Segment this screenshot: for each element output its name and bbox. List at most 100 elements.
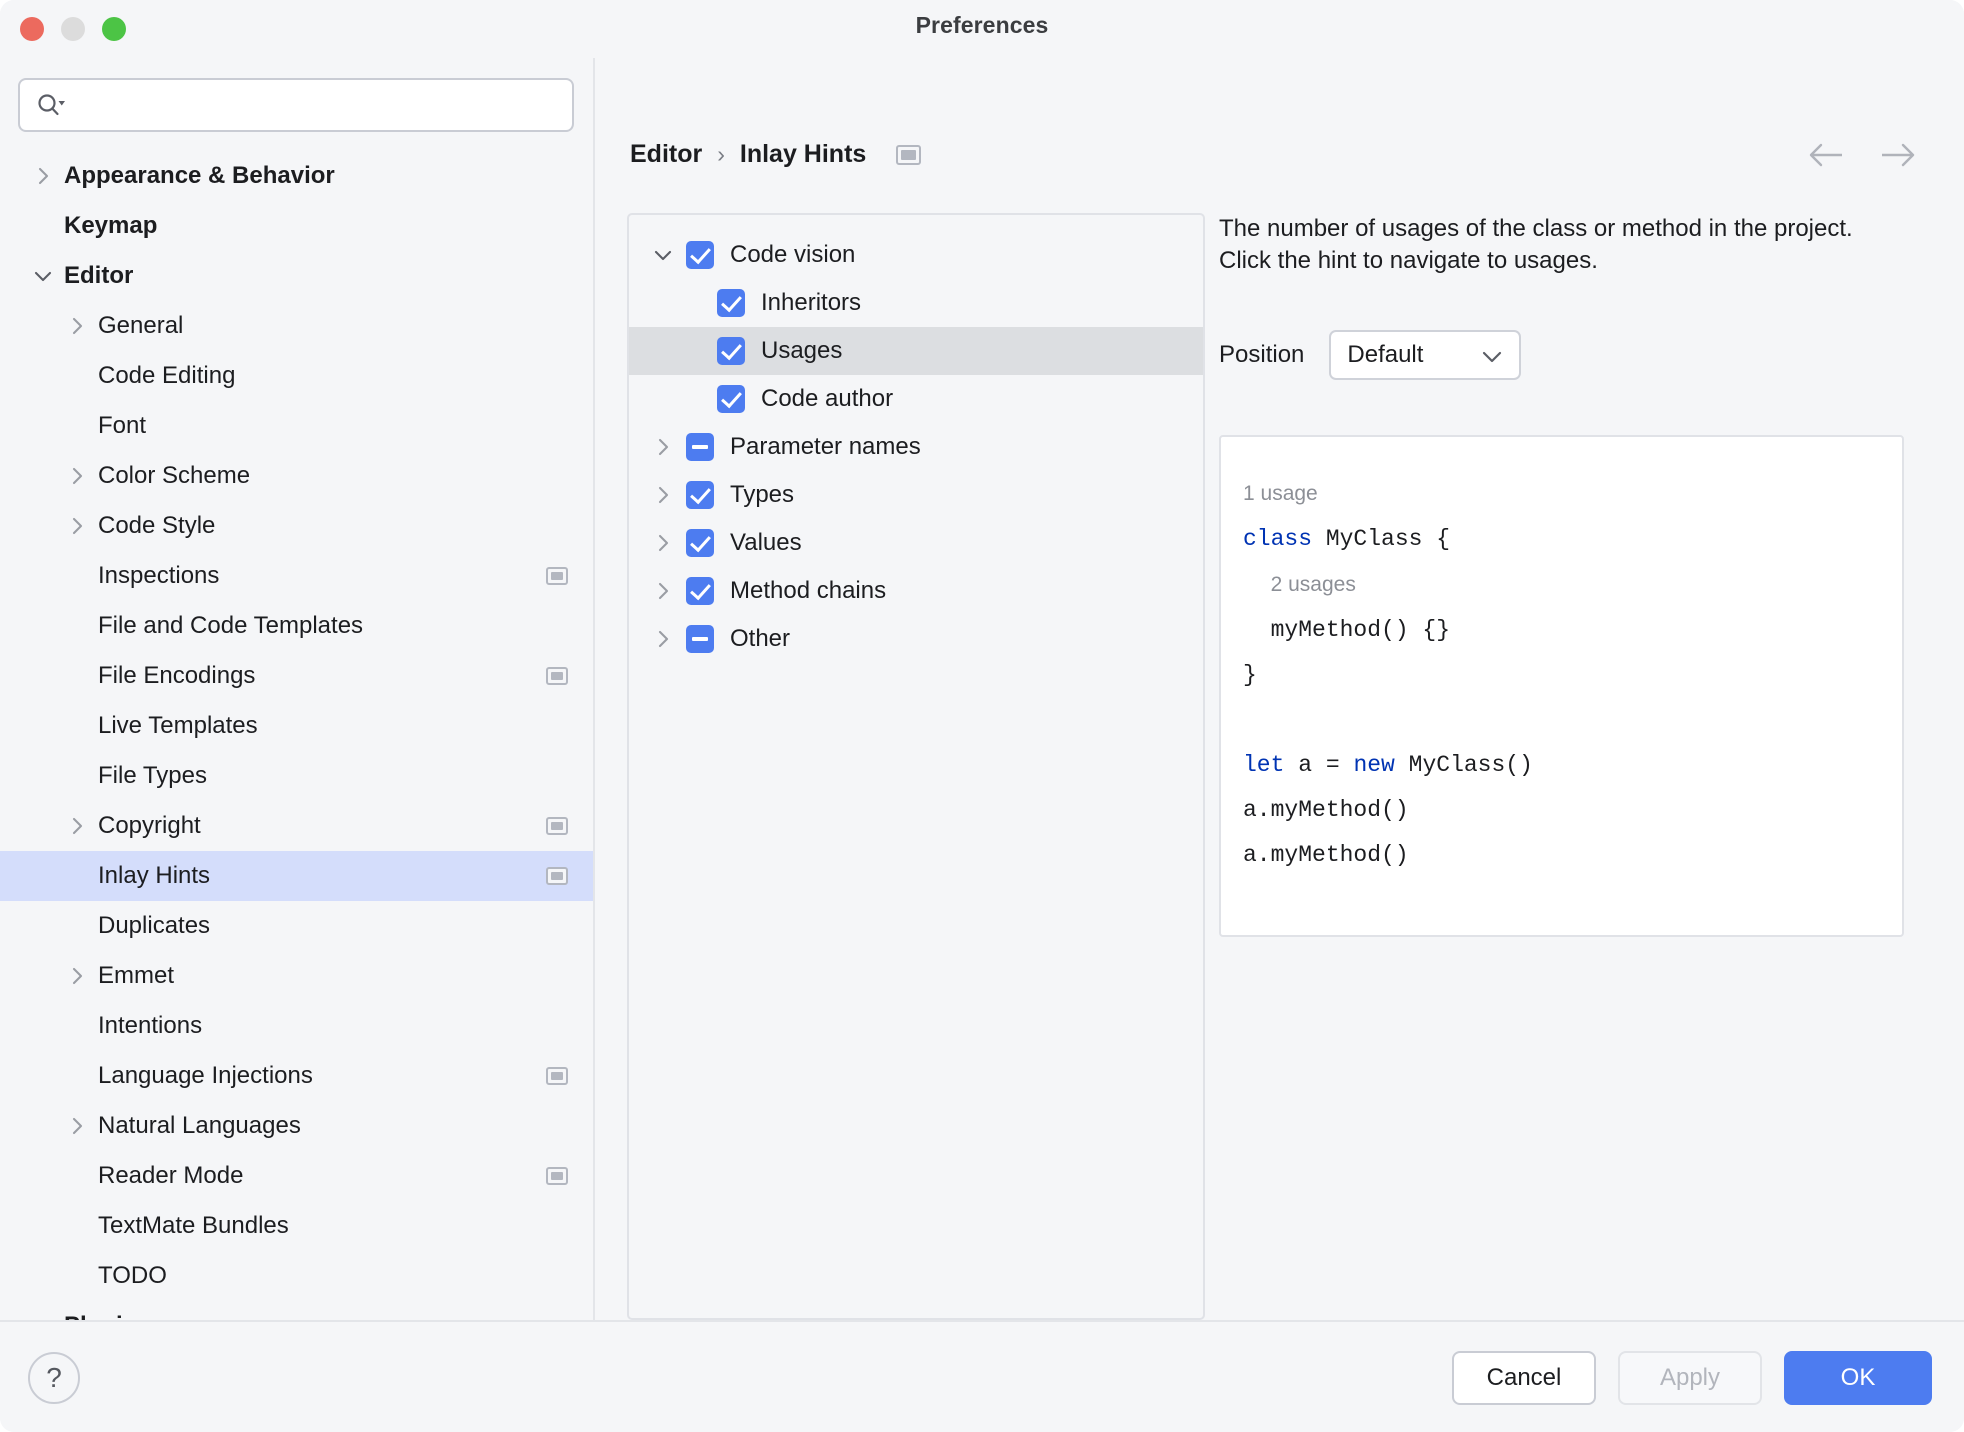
sidebar-item-todo[interactable]: TODO bbox=[0, 1251, 593, 1301]
sidebar-tree: Appearance & Behavior Keymap Editor General… bbox=[0, 151, 593, 1320]
option-row-code-author[interactable]: Code author bbox=[629, 375, 1203, 423]
sidebar-item-live-templates[interactable]: Live Templates bbox=[0, 701, 593, 751]
checkbox-checked[interactable] bbox=[686, 577, 714, 605]
arrow-right-icon[interactable] bbox=[1878, 142, 1916, 168]
sidebar-item-editor[interactable]: Editor bbox=[0, 251, 593, 301]
checkbox-checked[interactable] bbox=[686, 529, 714, 557]
search-icon bbox=[36, 93, 66, 117]
chevron-down-icon[interactable] bbox=[32, 265, 54, 287]
sidebar-item-label: Copyright bbox=[98, 812, 201, 839]
footer-buttons: Cancel Apply OK bbox=[1452, 1351, 1932, 1405]
position-dropdown[interactable]: Default bbox=[1329, 329, 1522, 380]
chevron-right-icon[interactable] bbox=[652, 580, 674, 602]
detail-pane: The number of usages of the class or met… bbox=[1219, 213, 1929, 937]
option-row-method-chains[interactable]: Method chains bbox=[629, 567, 1203, 615]
arrow-left-icon[interactable] bbox=[1808, 142, 1846, 168]
option-row-parameter-names[interactable]: Parameter names bbox=[629, 423, 1203, 471]
sidebar-item-label: Live Templates bbox=[98, 712, 258, 739]
checkbox-indeterminate[interactable] bbox=[686, 433, 714, 461]
breadcrumb-parent[interactable]: Editor bbox=[630, 140, 702, 169]
code-line: a.myMethod() bbox=[1243, 796, 1409, 823]
option-label: Method chains bbox=[730, 577, 887, 604]
sidebar-item-textmate-bundles[interactable]: TextMate Bundles bbox=[0, 1201, 593, 1251]
chevron-right-icon[interactable] bbox=[66, 515, 88, 537]
sidebar-item-label: General bbox=[98, 312, 184, 339]
inlay-hints-options-panel: Code vision Inheritors Usages Code author Pa… bbox=[627, 213, 1205, 1320]
navigation-arrows bbox=[1808, 142, 1916, 168]
sidebar-item-file-encodings[interactable]: File Encodings bbox=[0, 651, 593, 701]
sidebar-item-file-types[interactable]: File Types bbox=[0, 751, 593, 801]
sidebar-item-label: Reader Mode bbox=[98, 1162, 244, 1189]
breadcrumb: Editor › Inlay Hints bbox=[630, 140, 922, 169]
chevron-down-icon bbox=[1481, 350, 1503, 369]
cancel-button[interactable]: Cancel bbox=[1452, 1351, 1596, 1405]
sidebar-item-label: Keymap bbox=[64, 212, 158, 239]
sidebar-item-label: Color Scheme bbox=[98, 462, 251, 489]
code-vision-hint[interactable]: 1 usage bbox=[1243, 482, 1318, 505]
chevron-right-icon[interactable] bbox=[66, 815, 88, 837]
apply-button[interactable]: Apply bbox=[1618, 1351, 1762, 1405]
chevron-right-icon[interactable] bbox=[66, 315, 88, 337]
sidebar-item-copyright[interactable]: Copyright bbox=[0, 801, 593, 851]
sidebar-item-natural-languages[interactable]: Natural Languages bbox=[0, 1101, 593, 1151]
code-vision-hint[interactable]: 2 usages bbox=[1271, 573, 1356, 596]
sidebar-item-emmet[interactable]: Emmet bbox=[0, 951, 593, 1001]
chevron-right-icon[interactable] bbox=[32, 165, 54, 187]
search-box[interactable] bbox=[18, 78, 574, 132]
sidebar-item-inlay-hints[interactable]: Inlay Hints bbox=[0, 851, 593, 901]
option-row-code-vision[interactable]: Code vision bbox=[629, 231, 1203, 279]
sidebar-item-label: Inlay Hints bbox=[98, 862, 211, 889]
sidebar-item-label: TextMate Bundles bbox=[98, 1212, 289, 1239]
sidebar-item-label: Inspections bbox=[98, 562, 220, 589]
help-button[interactable]: ? bbox=[28, 1352, 80, 1404]
chevron-right-icon[interactable] bbox=[652, 532, 674, 554]
search-container bbox=[0, 58, 593, 132]
sidebar-item-label: Duplicates bbox=[98, 912, 211, 939]
checkbox-indeterminate[interactable] bbox=[686, 625, 714, 653]
search-input[interactable] bbox=[78, 89, 562, 121]
chevron-right-icon[interactable] bbox=[66, 465, 88, 487]
code-line: class MyClass { bbox=[1243, 525, 1451, 552]
chevron-down-icon[interactable] bbox=[652, 244, 674, 266]
sidebar-item-code-editing[interactable]: Code Editing bbox=[0, 351, 593, 401]
checkbox-checked[interactable] bbox=[686, 481, 714, 509]
sidebar-item-font[interactable]: Font bbox=[0, 401, 593, 451]
sidebar-item-code-style[interactable]: Code Style bbox=[0, 501, 593, 551]
chevron-right-icon[interactable] bbox=[652, 484, 674, 506]
chevron-right-icon[interactable] bbox=[652, 628, 674, 650]
option-row-types[interactable]: Types bbox=[629, 471, 1203, 519]
option-row-values[interactable]: Values bbox=[629, 519, 1203, 567]
checkbox-checked[interactable] bbox=[717, 289, 745, 317]
sidebar-item-label: Code Editing bbox=[98, 362, 236, 389]
dialog-footer: ? Cancel Apply OK bbox=[0, 1320, 1964, 1432]
code-line: 1 usage bbox=[1243, 471, 1902, 517]
option-row-usages[interactable]: Usages bbox=[629, 327, 1203, 375]
sidebar-item-reader-mode[interactable]: Reader Mode bbox=[0, 1151, 593, 1201]
sidebar-item-duplicates[interactable]: Duplicates bbox=[0, 901, 593, 951]
sidebar-item-label: Intentions bbox=[98, 1012, 203, 1039]
sidebar-item-label: Font bbox=[98, 412, 147, 439]
sidebar-item-keymap[interactable]: Keymap bbox=[0, 201, 593, 251]
sidebar-item-label: TODO bbox=[98, 1262, 167, 1289]
sidebar-item-language-injections[interactable]: Language Injections bbox=[0, 1051, 593, 1101]
project-scope-badge-icon bbox=[546, 817, 568, 835]
chevron-right-icon[interactable] bbox=[66, 965, 88, 987]
checkbox-checked[interactable] bbox=[717, 385, 745, 413]
chevron-right-icon[interactable] bbox=[66, 1115, 88, 1137]
sidebar-item-appearance-behavior[interactable]: Appearance & Behavior bbox=[0, 151, 593, 201]
ok-button[interactable]: OK bbox=[1784, 1351, 1932, 1405]
checkbox-checked[interactable] bbox=[717, 337, 745, 365]
sidebar-item-color-scheme[interactable]: Color Scheme bbox=[0, 451, 593, 501]
sidebar-item-label: Language Injections bbox=[98, 1062, 313, 1089]
sidebar-item-intentions[interactable]: Intentions bbox=[0, 1001, 593, 1051]
checkbox-checked[interactable] bbox=[686, 241, 714, 269]
option-row-inheritors[interactable]: Inheritors bbox=[629, 279, 1203, 327]
sidebar-item-file-and-code-templates[interactable]: File and Code Templates bbox=[0, 601, 593, 651]
sidebar-item-inspections[interactable]: Inspections bbox=[0, 551, 593, 601]
option-row-other[interactable]: Other bbox=[629, 615, 1203, 663]
sidebar-item-general[interactable]: General bbox=[0, 301, 593, 351]
sidebar-item-plugins[interactable]: Plugins bbox=[0, 1301, 593, 1320]
chevron-right-icon[interactable] bbox=[652, 436, 674, 458]
breadcrumb-separator: › bbox=[717, 141, 725, 167]
